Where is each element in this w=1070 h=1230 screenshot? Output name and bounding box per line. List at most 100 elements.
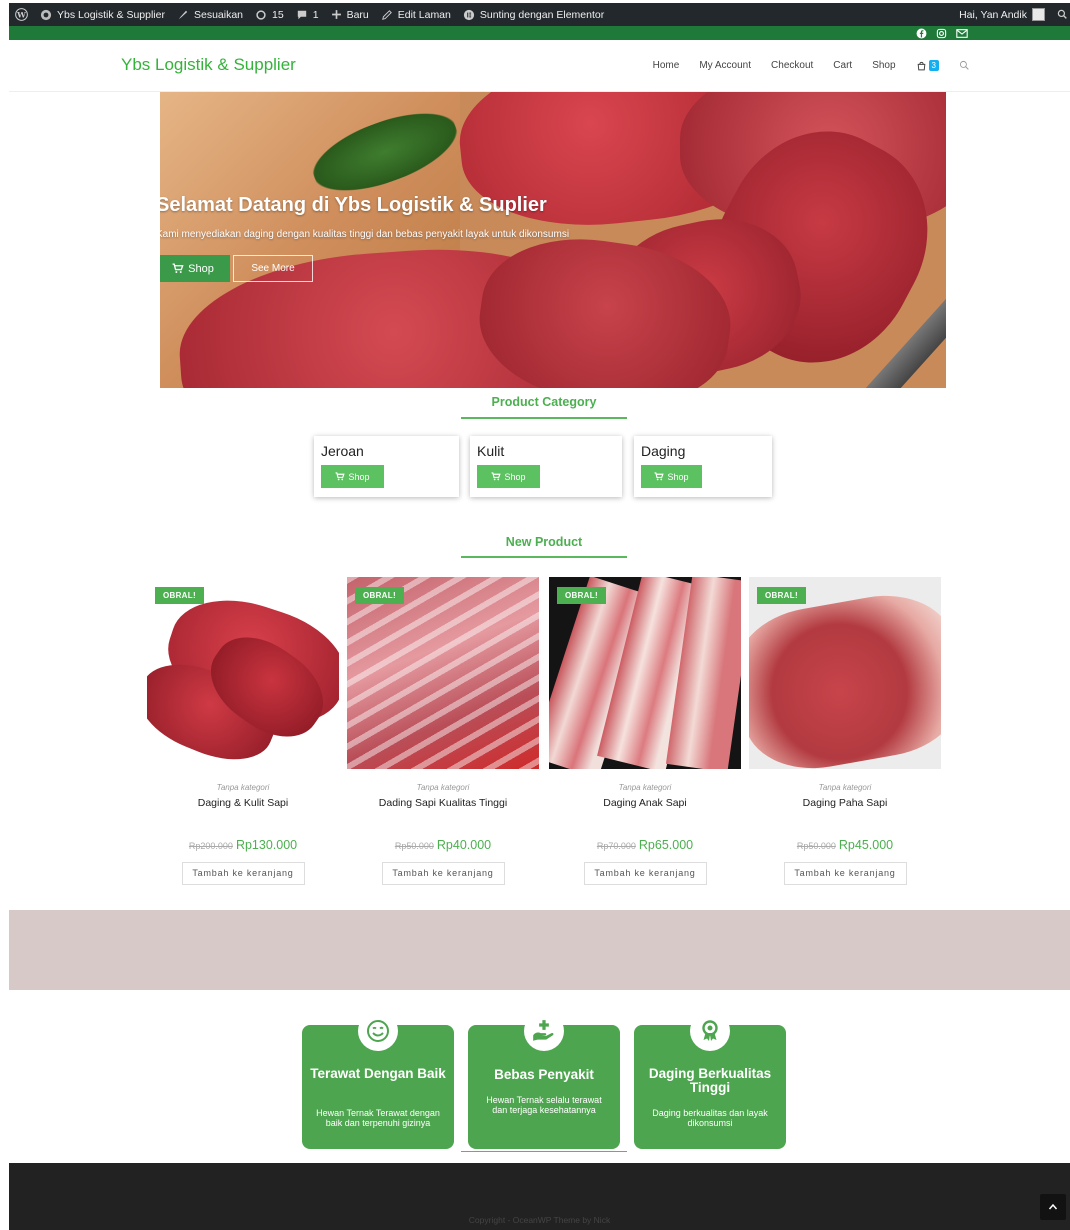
new-product-heading-underline [461,556,627,558]
new-content-link[interactable]: Baru [325,3,375,26]
feature-card: Bebas Penyakit Hewan Ternak selalu teraw… [468,1011,620,1149]
comment-icon [297,10,306,19]
product-title[interactable]: Daging Anak Sapi [549,797,741,809]
category-shop-label: Shop [504,471,526,482]
product-category[interactable]: Tanpa kategori [347,783,539,792]
chevron-up-icon [1048,1203,1058,1210]
product-category[interactable]: Tanpa kategori [147,783,339,792]
product-image[interactable]: OBRAL! [749,577,941,769]
elementor-label: Sunting dengan Elementor [479,8,605,21]
cart-icon [654,472,665,481]
site-header: Ybs Logistik & Supplier Home My Account … [9,40,1070,92]
new-content-label: Baru [346,8,369,21]
product-title[interactable]: Daging Paha Sapi [749,797,941,809]
category-shop-label: Shop [667,471,689,482]
dashboard-icon [40,9,52,20]
meat-texture [347,577,539,769]
category-shop-button[interactable]: Shop [321,465,384,488]
nav-my-account[interactable]: My Account [699,60,751,71]
product-title[interactable]: Dading Sapi Kualitas Tinggi [347,797,539,809]
product-image[interactable]: OBRAL! [147,577,339,769]
new-product-heading: New Product [505,535,583,549]
smile-icon [367,1020,389,1042]
search-icon [1057,9,1067,19]
updates-count: 15 [272,8,284,21]
account-menu[interactable]: Hai, Yan Andik [953,3,1051,26]
hero-see-more-button[interactable]: See More [233,255,313,282]
hero-shop-button[interactable]: Shop [160,255,230,282]
scroll-to-top-button[interactable] [1040,1194,1066,1220]
product-image[interactable]: OBRAL! [347,577,539,769]
main-nav: Home My Account Checkout Cart Shop 3 [653,60,970,71]
product-category[interactable]: Tanpa kategori [749,783,941,792]
elementor-link[interactable]: Sunting dengan Elementor [457,3,610,26]
feature-description: Hewan Ternak selalu terawat dan terjaga … [486,1095,602,1115]
category-heading: Product Category [491,395,597,409]
plus-icon [331,10,341,19]
product-card: OBRAL! Tanpa kategori Daging Paha Sapi R… [749,577,941,885]
hand-plus-icon [533,1020,554,1041]
nav-cart[interactable]: Cart [833,60,852,71]
feature-title: Daging Berkualitas Tinggi [648,1066,772,1095]
category-card-kulit: Kulit Shop [470,436,622,497]
site-logo[interactable]: Ybs Logistik & Supplier [121,55,296,75]
product-price: Rp50.000 Rp40.000 [347,836,539,854]
product-image[interactable]: OBRAL! [549,577,741,769]
nav-shop[interactable]: Shop [872,60,895,71]
feature-description: Hewan Ternak Terawat dengan baik dan ter… [316,1108,440,1128]
add-to-cart-button[interactable]: Tambah ke keranjang [181,862,305,885]
top-bar [9,26,1070,40]
sale-badge: OBRAL! [155,587,204,604]
header-cart-button[interactable]: 3 [916,60,939,71]
category-heading-underline [461,417,627,419]
feature-description: Daging berkualitas dan layak dikonsumsi [652,1108,768,1128]
mail-icon[interactable] [956,28,968,39]
hero-title: Selamat Datang di Ybs Logistik & Suplier [160,194,547,216]
add-to-cart-button[interactable]: Tambah ke keranjang [583,862,707,885]
old-price: Rp70.000 [596,841,636,851]
cart-icon [491,472,502,481]
product-category[interactable]: Tanpa kategori [549,783,741,792]
category-shop-label: Shop [348,471,370,482]
customize-link[interactable]: Sesuaikan [171,3,249,26]
instagram-icon[interactable] [936,28,947,39]
product-price: Rp200.000 Rp130.000 [147,836,339,854]
social-links [916,26,968,40]
product-card: OBRAL! Tanpa kategori Daging Anak Sapi R… [549,577,741,885]
adminbar-search[interactable] [1051,3,1070,26]
sale-badge: OBRAL! [757,587,806,604]
shopping-bag-icon [917,61,925,71]
wordpress-menu[interactable]: W [9,3,34,26]
cart-icon [335,472,346,481]
hero-subtitle: Kami menyediakan daging dengan kualitas … [160,229,570,240]
pencil-icon [381,9,392,20]
admin-bar: W Ybs Logistik & Supplier Sesuaikan 15 1… [9,3,1070,26]
comments-link[interactable]: 1 [290,3,325,26]
edit-page-label: Edit Laman [397,8,451,21]
category-shop-button[interactable]: Shop [477,465,540,488]
edit-page-link[interactable]: Edit Laman [375,3,457,26]
feature-card: Daging Berkualitas Tinggi Daging berkual… [634,1011,786,1149]
facebook-icon[interactable] [916,28,927,39]
sale-price: Rp40.000 [436,838,492,852]
sale-price: Rp65.000 [638,838,694,852]
nav-home[interactable]: Home [653,60,680,71]
category-shop-button[interactable]: Shop [641,465,702,488]
cart-count-badge: 3 [928,60,939,71]
site-name-link[interactable]: Ybs Logistik & Supplier [34,3,171,26]
product-title[interactable]: Daging & Kulit Sapi [147,797,339,809]
sale-badge: OBRAL! [557,587,606,604]
product-card: OBRAL! Tanpa kategori Daging & Kulit Sap… [147,577,339,885]
category-name: Kulit [477,443,505,459]
hero-shop-label: Shop [188,262,214,275]
updates-link[interactable]: 15 [249,3,290,26]
feature-icon-holder [524,1011,564,1051]
nav-checkout[interactable]: Checkout [771,60,813,71]
add-to-cart-button[interactable]: Tambah ke keranjang [381,862,505,885]
old-price: Rp50.000 [796,841,836,851]
search-icon[interactable] [959,60,970,71]
customize-label: Sesuaikan [193,8,244,21]
avatar [1032,8,1045,21]
product-card: OBRAL! Tanpa kategori Dading Sapi Kualit… [347,577,539,885]
add-to-cart-button[interactable]: Tambah ke keranjang [783,862,907,885]
